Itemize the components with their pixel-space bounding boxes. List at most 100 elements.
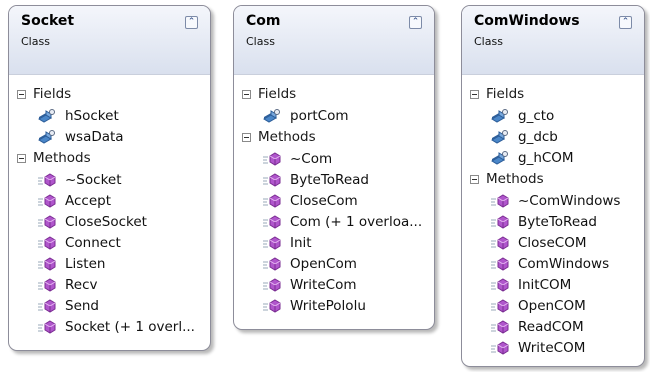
minus-icon[interactable] [242, 89, 251, 99]
collapse-icon[interactable]: ⌃ [185, 16, 198, 29]
method-item[interactable]: WriteCom [234, 274, 434, 295]
method-icon [491, 256, 509, 271]
method-name: Init [290, 234, 312, 251]
method-icon [263, 151, 281, 166]
method-name: ReadCOM [518, 318, 584, 335]
field-item[interactable]: wsaData [9, 126, 210, 147]
method-name: ByteToRead [290, 171, 369, 188]
field-item[interactable]: portCom [234, 105, 434, 126]
method-icon [38, 319, 56, 334]
method-icon [38, 193, 56, 208]
method-icon [491, 235, 509, 250]
field-icon [491, 129, 508, 144]
class-type: Class [474, 35, 503, 48]
method-item[interactable]: Socket (+ 1 overl... [9, 316, 210, 337]
method-name: CloseCom [290, 192, 358, 209]
method-item[interactable]: Com (+ 1 overloa... [234, 211, 434, 232]
method-icon [263, 172, 281, 187]
collapse-icon[interactable]: ⌃ [619, 16, 632, 29]
method-icon [263, 298, 281, 313]
method-icon [491, 193, 509, 208]
method-item[interactable]: CloseCom [234, 190, 434, 211]
method-icon [491, 298, 509, 313]
method-name: ~Com [290, 150, 333, 167]
method-name: Send [65, 297, 100, 314]
method-icon [491, 277, 509, 292]
method-icon [38, 298, 56, 313]
methods-section-header[interactable]: Methods [234, 126, 434, 148]
class-box-socket[interactable]: Socket Class ⌃ Fields hSocket wsaData Me… [8, 5, 211, 351]
field-item[interactable]: g_cto [462, 105, 644, 126]
method-item[interactable]: Init [234, 232, 434, 253]
collapse-icon[interactable]: ⌃ [409, 16, 422, 29]
method-item[interactable]: WritePololu [234, 295, 434, 316]
method-name: Socket (+ 1 overl... [65, 318, 195, 335]
class-header: Com Class ⌃ [234, 6, 434, 75]
method-item[interactable]: CloseCOM [462, 232, 644, 253]
method-icon [263, 235, 281, 250]
method-icon [38, 277, 56, 292]
section-label: Methods [258, 129, 316, 145]
method-name: ComWindows [518, 255, 610, 272]
method-name: ~Socket [65, 171, 122, 188]
method-item[interactable]: Recv [9, 274, 210, 295]
method-name: Listen [65, 255, 106, 272]
method-icon [491, 319, 509, 334]
class-box-comwindows[interactable]: ComWindows Class ⌃ Fields g_cto g_dcb g_… [461, 5, 645, 367]
method-icon [263, 214, 281, 229]
section-label: Methods [486, 171, 544, 187]
method-item[interactable]: ReadCOM [462, 316, 644, 337]
method-icon [38, 214, 56, 229]
field-item[interactable]: g_hCOM [462, 147, 644, 168]
minus-icon[interactable] [17, 89, 26, 99]
fields-section-header[interactable]: Fields [462, 83, 644, 105]
methods-section-header[interactable]: Methods [9, 147, 210, 169]
method-item[interactable]: OpenCom [234, 253, 434, 274]
minus-icon[interactable] [470, 174, 479, 184]
method-icon [491, 214, 509, 229]
field-icon [491, 150, 508, 165]
method-item[interactable]: Accept [9, 190, 210, 211]
method-icon [263, 193, 281, 208]
method-item[interactable]: ByteToRead [462, 211, 644, 232]
class-header: Socket Class ⌃ [9, 6, 210, 75]
class-name: Com [246, 13, 281, 29]
method-item[interactable]: WriteCOM [462, 337, 644, 358]
section-label: Fields [486, 86, 525, 102]
method-icon [491, 340, 509, 355]
method-item[interactable]: ~Socket [9, 169, 210, 190]
method-name: Connect [65, 234, 121, 251]
class-box-com[interactable]: Com Class ⌃ Fields portCom Methods ~Com … [233, 5, 435, 330]
field-item[interactable]: hSocket [9, 105, 210, 126]
method-item[interactable]: ByteToRead [234, 169, 434, 190]
method-item[interactable]: ~ComWindows [462, 190, 644, 211]
methods-section-header[interactable]: Methods [462, 168, 644, 190]
field-icon [263, 108, 280, 123]
fields-section-header[interactable]: Fields [234, 83, 434, 105]
method-icon [263, 256, 281, 271]
method-item[interactable]: ComWindows [462, 253, 644, 274]
method-item[interactable]: Connect [9, 232, 210, 253]
field-name: g_dcb [518, 128, 558, 145]
field-item[interactable]: g_dcb [462, 126, 644, 147]
method-item[interactable]: OpenCOM [462, 295, 644, 316]
field-name: g_hCOM [518, 149, 574, 166]
minus-icon[interactable] [470, 89, 479, 99]
method-name: ByteToRead [518, 213, 597, 230]
method-icon [38, 172, 56, 187]
field-name: wsaData [65, 128, 124, 145]
minus-icon[interactable] [17, 153, 26, 163]
fields-section-header[interactable]: Fields [9, 83, 210, 105]
method-item[interactable]: CloseSocket [9, 211, 210, 232]
minus-icon[interactable] [242, 132, 251, 142]
method-name: CloseCOM [518, 234, 587, 251]
method-item[interactable]: ~Com [234, 148, 434, 169]
method-item[interactable]: InitCOM [462, 274, 644, 295]
section-label: Fields [33, 86, 72, 102]
method-item[interactable]: Listen [9, 253, 210, 274]
section-label: Fields [258, 86, 297, 102]
method-item[interactable]: Send [9, 295, 210, 316]
method-name: WriteCOM [518, 339, 586, 356]
field-name: g_cto [518, 107, 555, 124]
method-name: InitCOM [518, 276, 572, 293]
